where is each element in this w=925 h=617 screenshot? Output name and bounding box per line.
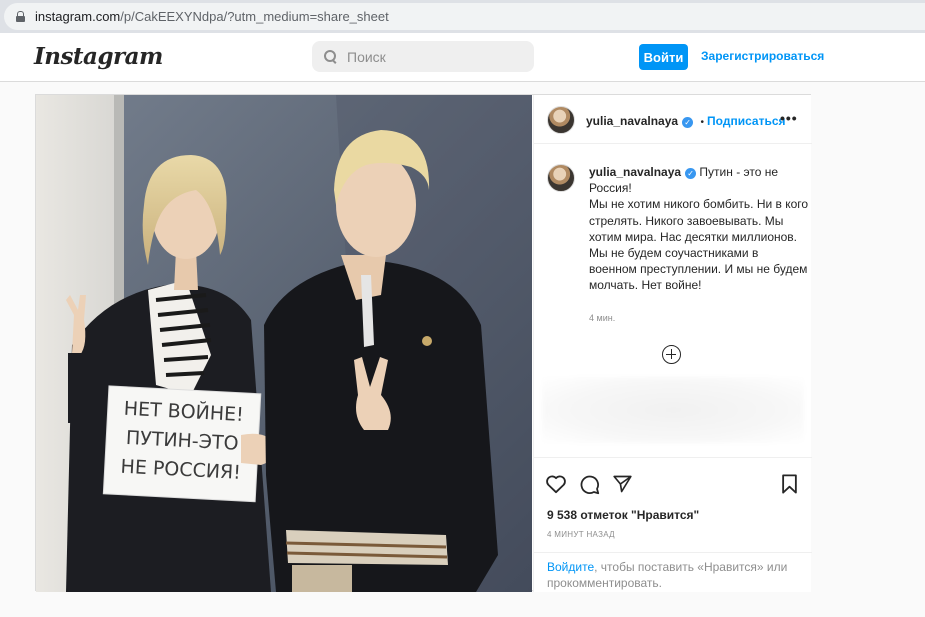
login-prompt: Войдите, чтобы поставить «Нравится» или … [534,552,812,593]
author-avatar[interactable] [547,106,575,134]
search-input[interactable]: Поиск [312,41,534,72]
likes-count[interactable]: 9 538 отметок "Нравится" [547,508,699,522]
browser-url-bar: instagram.com/p/CakEEXYNdpa/?utm_medium=… [0,0,925,33]
instagram-header: Instagram Поиск Войти Зарегистрироваться [0,33,925,82]
address-field[interactable]: instagram.com/p/CakEEXYNdpa/?utm_medium=… [4,3,925,30]
caption-avatar[interactable] [547,164,575,192]
search-placeholder: Поиск [347,48,386,65]
url-host: instagram.com [35,9,121,24]
blurred-comments [542,377,804,443]
signup-link[interactable]: Зарегистрироваться [701,49,824,63]
login-button[interactable]: Войти [639,44,688,70]
url-path: /p/CakEEXYNdpa/?utm_medium=share_sheet [120,9,389,24]
verified-badge-icon: ✓ [685,168,697,179]
post-time-ago[interactable]: 4 МИНУТ НАЗАД [547,530,615,539]
caption-text: Путин - это не Россия! Мы не хотим никог… [589,165,809,293]
caption-username[interactable]: yulia_navalnaya [589,165,681,179]
post-card: НЕТ ВОЙНЕ! ПУТИН-ЭТО НЕ РОССИЯ! yulia_na… [35,94,812,592]
caption-time[interactable]: 4 мин. [589,313,615,323]
author-line: yulia_navalnaya ✓ • Подписаться [586,112,786,130]
post-photo[interactable]: НЕТ ВОЙНЕ! ПУТИН-ЭТО НЕ РОССИЯ! [36,95,532,592]
instagram-logo[interactable]: Instagram [34,43,163,70]
share-icon[interactable] [612,474,633,494]
photo-illustration: НЕТ ВОЙНЕ! ПУТИН-ЭТО НЕ РОССИЯ! [36,95,532,592]
login-link[interactable]: Войдите [547,560,594,574]
more-icon[interactable]: ••• [780,110,798,126]
post-actions: 9 538 отметок "Нравится" 4 МИНУТ НАЗАД В… [534,457,812,592]
search-icon [324,50,337,63]
post-side-panel: yulia_navalnaya ✓ • Подписаться ••• yulia_… [533,95,812,592]
plus-circle-icon[interactable] [662,345,681,364]
follow-button[interactable]: Подписаться [707,114,785,128]
comment-icon[interactable] [579,474,600,495]
verified-badge-icon: ✓ [682,117,694,128]
heart-icon[interactable] [545,474,567,494]
lock-icon[interactable] [16,11,25,22]
separator-dot: • [700,117,705,128]
author-username[interactable]: yulia_navalnaya [586,114,678,128]
post-header: yulia_navalnaya ✓ • Подписаться ••• [534,95,812,144]
post-caption: yulia_navalnaya ✓ Путин - это не Россия! … [589,164,809,294]
bookmark-icon[interactable] [781,474,798,494]
